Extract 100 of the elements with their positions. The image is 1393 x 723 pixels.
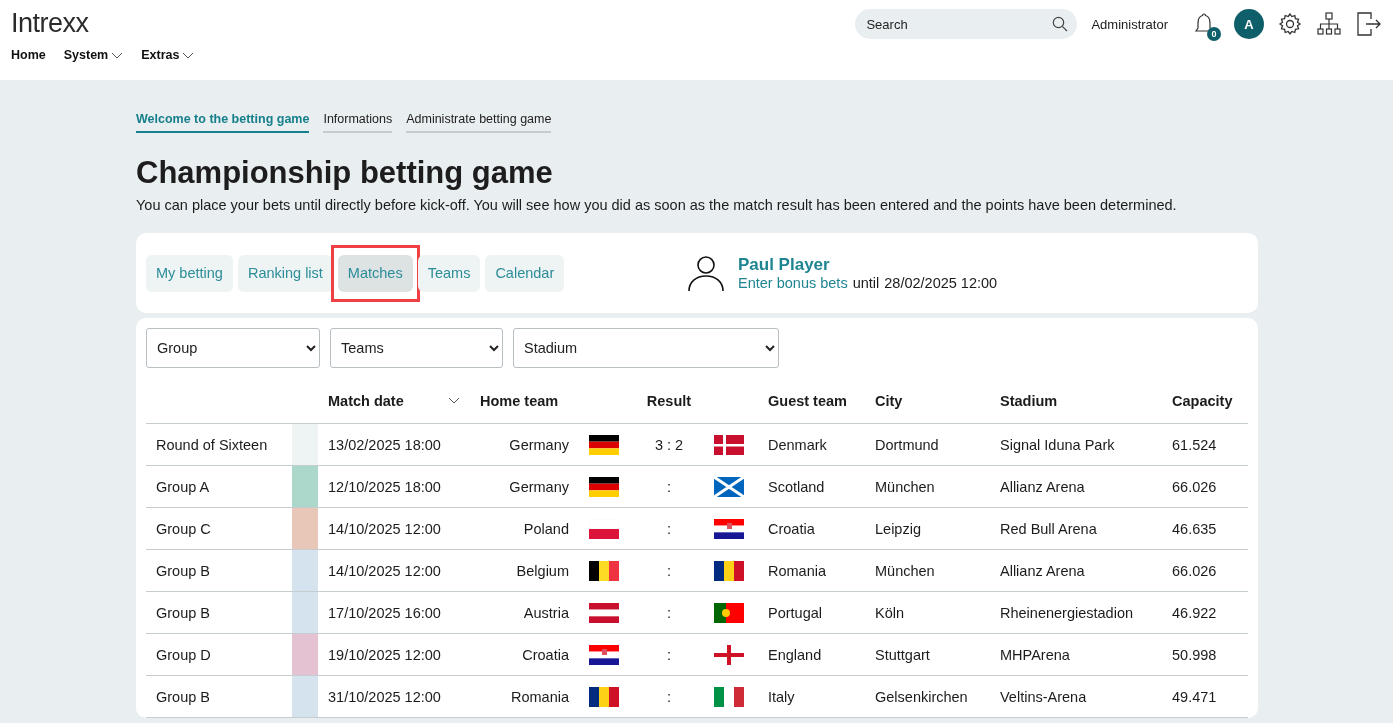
date-cell-text: 14/10/2025 12:00 xyxy=(327,561,442,581)
guest-team-cell-text: Portugal xyxy=(767,603,823,623)
flag-icon xyxy=(589,476,619,497)
deadline: 28/02/2025 12:00 xyxy=(884,275,998,291)
city-cell-text: Gelsenkirchen xyxy=(874,687,969,707)
stadium-cell-text: Rheinenergiestadion xyxy=(999,603,1134,623)
filter-select[interactable]: Stadium xyxy=(513,328,779,368)
result-cell-text: : xyxy=(666,603,672,623)
stadium-cell-text: Signal Iduna Park xyxy=(999,435,1116,455)
flag-icon xyxy=(589,434,619,455)
user-avatar[interactable]: A xyxy=(1234,9,1264,39)
date-cell-text: 12/10/2025 18:00 xyxy=(327,477,442,497)
home-team-cell-text: Croatia xyxy=(521,645,570,665)
user-name: Administrator xyxy=(1091,16,1168,32)
city-cell-text: München xyxy=(874,477,936,497)
date-cell-text: 13/02/2025 18:00 xyxy=(327,435,442,455)
bonus-bets-link[interactable]: Enter bonus bets xyxy=(738,275,848,291)
result-cell-text: : xyxy=(666,645,672,665)
flag-icon xyxy=(714,434,744,455)
group-cell-text: Round of Sixteen xyxy=(155,435,269,455)
logout-button[interactable] xyxy=(1356,11,1382,37)
flag-icon xyxy=(589,686,619,707)
group-cell-text: Group B xyxy=(155,603,211,623)
page-tab[interactable]: Welcome to the betting game xyxy=(136,112,310,133)
column-header: Capacity xyxy=(1171,392,1234,409)
intro-text: You can place your bets until directly before kick-off. You will see how you did as soon as the match result has been entered and the points have been determined. xyxy=(136,197,1178,213)
capacity-cell-text: 50.998 xyxy=(1171,645,1218,665)
filter-select[interactable]: Teams xyxy=(330,328,503,368)
sitemap-icon xyxy=(1316,11,1342,37)
player-name: Paul Player xyxy=(738,255,831,275)
date-cell-text: 17/10/2025 16:00 xyxy=(327,603,442,623)
result-cell-text: : xyxy=(666,561,672,581)
group-cell-text: Group B xyxy=(155,561,211,581)
home-team-cell-text: Belgium xyxy=(515,561,570,581)
page-tab[interactable]: Administrate betting game xyxy=(406,112,552,133)
result-cell-text: 3 : 2 xyxy=(653,435,685,455)
capacity-cell-text: 66.026 xyxy=(1171,561,1218,581)
flag-icon xyxy=(714,476,744,497)
until-label: until xyxy=(852,275,880,291)
city-cell-text: Köln xyxy=(874,603,906,623)
flag-icon xyxy=(714,686,744,707)
column-header: Result xyxy=(645,392,693,409)
logout-icon xyxy=(1356,11,1382,37)
stadium-cell-text: Veltins-Arena xyxy=(999,687,1088,707)
stadium-cell-text: Red Bull Arena xyxy=(999,519,1098,539)
result-cell-text: : xyxy=(666,477,672,497)
group-cell-text: Group A xyxy=(155,477,211,497)
capacity-cell-text: 46.635 xyxy=(1171,519,1218,539)
date-cell-text: 14/10/2025 12:00 xyxy=(327,519,442,539)
logo[interactable]: Intrexx xyxy=(11,7,89,39)
filter-select[interactable]: Group xyxy=(146,328,320,368)
flag-icon xyxy=(714,644,744,665)
guest-team-cell-text: Italy xyxy=(767,687,796,707)
column-header: City xyxy=(874,392,904,409)
flag-icon xyxy=(589,518,619,539)
chevron-down-icon xyxy=(182,51,195,59)
home-team-cell-text: Poland xyxy=(522,519,570,539)
guest-team-cell-text: Scotland xyxy=(767,477,826,497)
notification-count: 0 xyxy=(1207,27,1221,41)
flag-icon xyxy=(714,560,744,581)
home-team-cell-text: Germany xyxy=(508,435,570,455)
menu-item[interactable]: Extras xyxy=(141,48,195,62)
page-tab[interactable]: Informations xyxy=(323,112,393,133)
column-header: Stadium xyxy=(999,392,1059,409)
home-team-cell-text: Romania xyxy=(509,687,570,707)
sitemap-button[interactable] xyxy=(1316,11,1342,37)
home-team-cell-text: Germany xyxy=(508,477,570,497)
nav-tab[interactable]: Teams xyxy=(417,254,481,292)
guest-team-cell-text: England xyxy=(767,645,823,665)
flag-icon xyxy=(589,644,619,665)
home-team-cell-text: Austria xyxy=(522,603,570,623)
nav-tab[interactable]: Ranking list xyxy=(237,254,333,292)
capacity-cell-text: 49.471 xyxy=(1171,687,1218,707)
group-cell-text: Group D xyxy=(155,645,212,665)
group-cell-text: Group C xyxy=(155,519,212,539)
column-header[interactable]: Match date xyxy=(318,392,470,409)
city-cell-text: Leipzig xyxy=(874,519,922,539)
page-title: Championship betting game xyxy=(136,155,554,191)
capacity-cell-text: 66.026 xyxy=(1171,477,1218,497)
date-cell-text: 31/10/2025 12:00 xyxy=(327,687,442,707)
settings-button[interactable] xyxy=(1278,12,1302,36)
chevron-down-icon xyxy=(448,397,460,404)
flag-icon xyxy=(589,602,619,623)
capacity-cell-text: 61.524 xyxy=(1171,435,1218,455)
stadium-cell-text: MHPArena xyxy=(999,645,1071,665)
nav-tab[interactable]: Calendar xyxy=(485,254,565,292)
capacity-cell-text: 46.922 xyxy=(1171,603,1218,623)
menu-item[interactable]: System xyxy=(63,48,124,62)
flag-icon xyxy=(714,518,744,539)
nav-tab[interactable]: My betting xyxy=(146,254,233,292)
stadium-cell-text: Allianz Arena xyxy=(999,477,1086,497)
menu-item[interactable]: Home xyxy=(11,48,46,62)
chevron-down-icon xyxy=(111,51,124,59)
date-cell-text: 19/10/2025 12:00 xyxy=(327,645,442,665)
result-cell-text: : xyxy=(666,519,672,539)
user-icon xyxy=(686,253,726,293)
guest-team-cell-text: Denmark xyxy=(767,435,828,455)
search-field[interactable]: Search xyxy=(855,9,1078,39)
city-cell-text: München xyxy=(874,561,936,581)
group-cell-text: Group B xyxy=(155,687,211,707)
